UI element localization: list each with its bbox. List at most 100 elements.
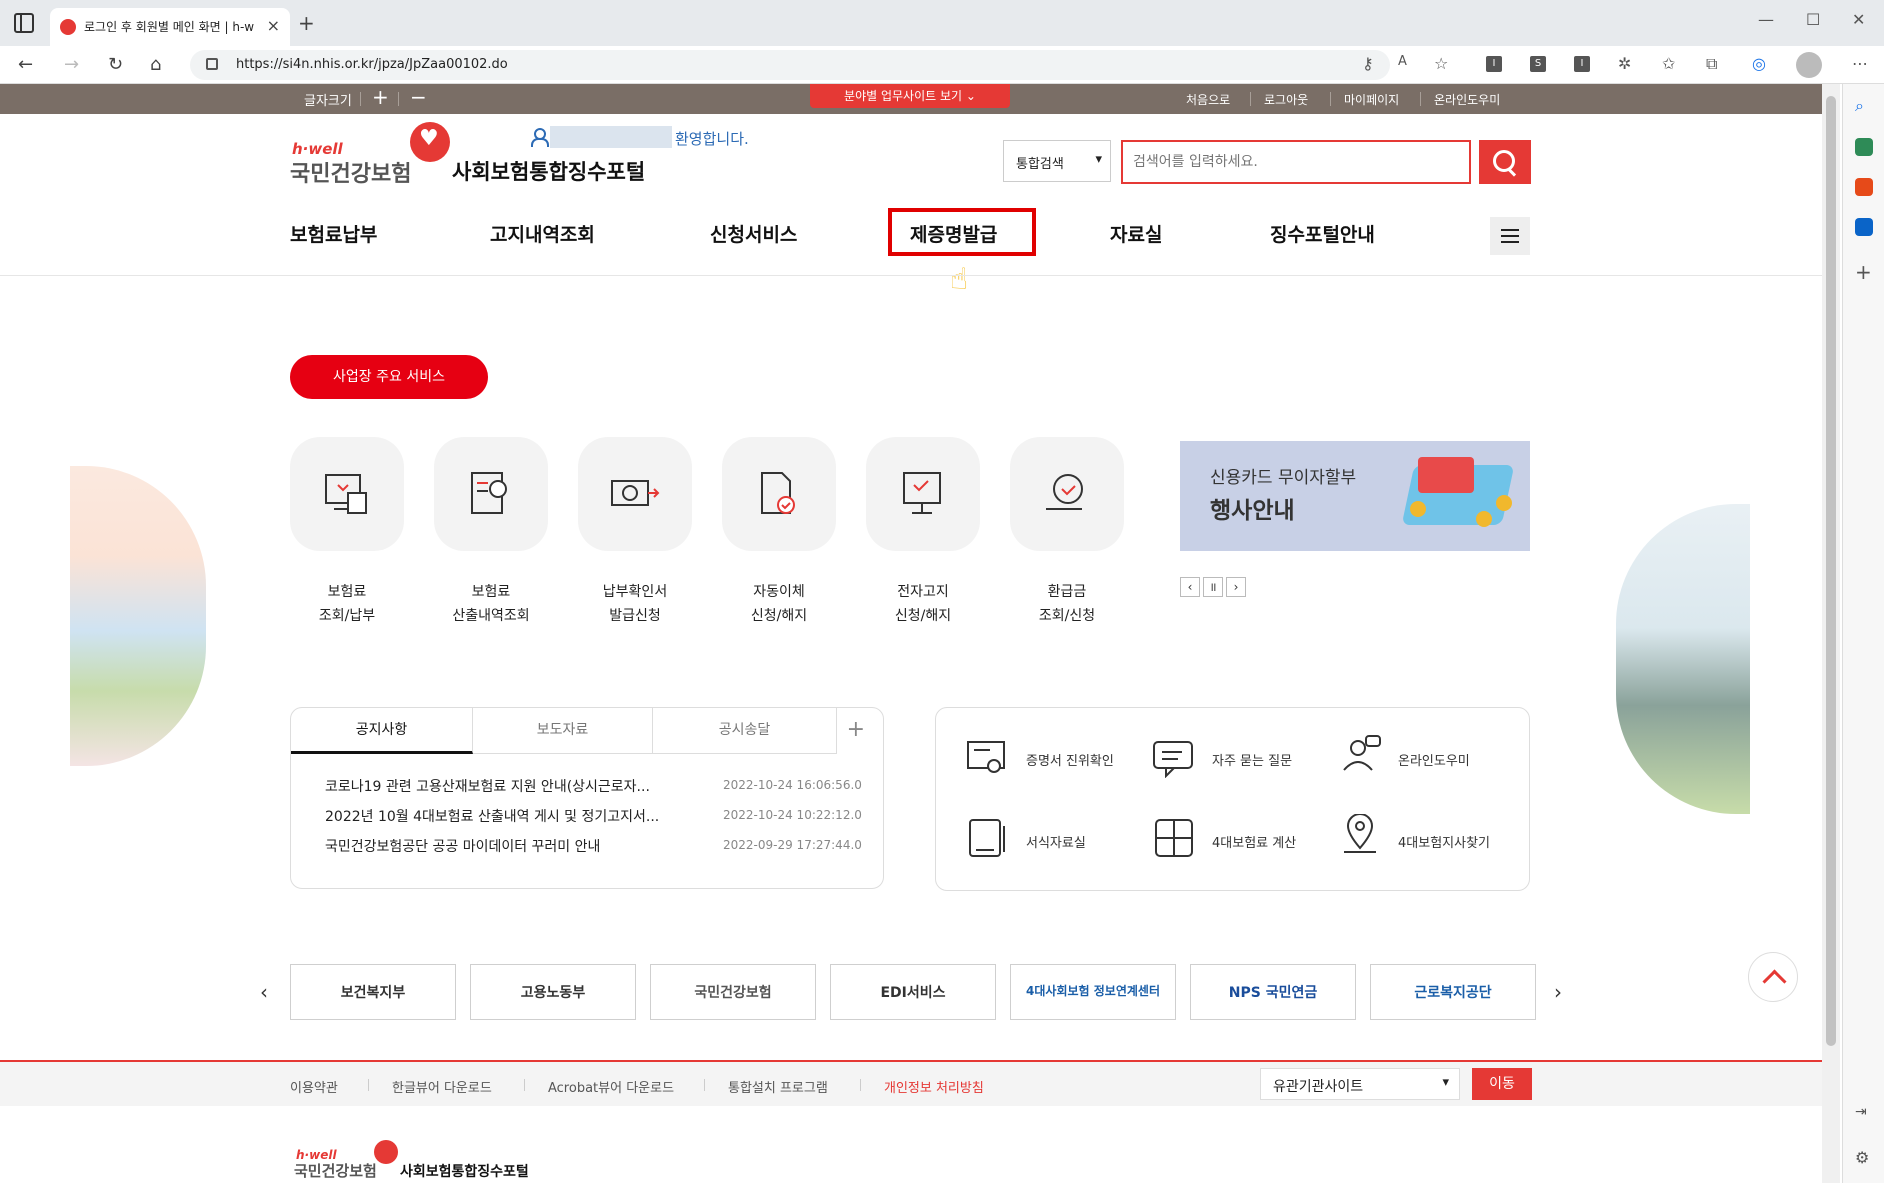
key-icon[interactable]: ⚷ [1362,54,1374,73]
shopping-icon[interactable] [1855,138,1873,156]
partner-4insure[interactable]: 4대사회보험 정보연계센터 [1010,964,1176,1020]
banner-pause-button[interactable]: ॥ [1203,577,1223,597]
partner-moel[interactable]: 고용노동부 [470,964,636,1020]
service-card-payment-confirm[interactable] [578,437,692,551]
footer-privacy-policy[interactable]: 개인정보 처리방침 [884,1077,984,1096]
extension-s-icon[interactable]: S [1530,56,1546,72]
link-logout[interactable]: 로그아웃 [1264,91,1308,108]
notice-row-2[interactable]: 2022년 10월 4대보험료 산출내역 게시 및 정기고지서... [325,806,705,826]
logo-nhis[interactable]: 국민건강보험 [290,156,411,188]
window-close-icon[interactable]: ✕ [1852,10,1865,29]
home-icon[interactable]: ⌂ [150,54,161,75]
notice-more-button[interactable]: + [847,717,865,742]
forward-icon[interactable]: → [64,54,79,75]
footer-install-program[interactable]: 통합설치 프로그램 [728,1077,828,1096]
partner-nhis[interactable]: 국민건강보험 [650,964,816,1020]
service-label-auto-transfer[interactable]: 자동이체 신청/해지 [709,580,849,628]
quick-premium-calculator[interactable]: 4대보험료 계산 [1212,832,1296,851]
footer-hwp-viewer[interactable]: 한글뷰어 다운로드 [392,1077,492,1096]
service-card-premium-payment[interactable] [290,437,404,551]
extensions-puzzle-icon[interactable]: ✲ [1618,54,1631,73]
refresh-icon[interactable]: ↻ [108,54,123,75]
back-icon[interactable]: ← [18,54,33,75]
gnb-certificate-issue[interactable]: 제증명발급 [910,220,997,247]
quick-form-library[interactable]: 서식자료실 [1026,832,1086,851]
new-tab-icon[interactable]: + [298,11,315,35]
footer-acrobat-viewer[interactable]: Acrobat뷰어 다운로드 [548,1077,674,1096]
banner-prev-button[interactable]: ‹ [1180,577,1200,597]
quick-certificate-verify[interactable]: 증명서 진위확인 [1026,750,1114,769]
font-increase-button[interactable]: + [372,85,389,109]
service-label-payment-confirm[interactable]: 납부확인서 발급신청 [565,580,705,628]
service-label-e-notice[interactable]: 전자고지 신청/해지 [853,580,993,628]
service-label-refund[interactable]: 환급금 조회/신청 [997,580,1137,628]
promo-banner[interactable]: 신용카드 무이자할부 행사안내 [1180,441,1530,551]
read-aloud-icon[interactable]: A [1398,54,1407,69]
address-bar[interactable]: https://si4n.nhis.or.kr/jpza/JpZaa00102.… [190,50,1390,80]
business-services-pill[interactable]: 사업장 주요 서비스 [290,355,488,399]
service-card-premium-breakdown[interactable] [434,437,548,551]
scroll-top-button[interactable] [1748,952,1798,1002]
quick-faq[interactable]: 자주 묻는 질문 [1212,750,1292,769]
partner-comwel[interactable]: 근로복지공단 [1370,964,1536,1020]
tab-notice[interactable]: 공지사항 [291,708,473,754]
gnb-insurance-payment[interactable]: 보험료납부 [290,220,377,247]
collections-icon[interactable]: ⧉ [1706,54,1717,74]
close-icon[interactable]: × [267,16,280,35]
notice-row-3[interactable]: 국민건강보험공단 공공 마이데이터 꾸러미 안내 [325,836,705,856]
font-decrease-button[interactable]: − [410,85,427,109]
outlook-icon[interactable] [1855,218,1873,236]
service-label-premium-payment[interactable]: 보험료 조회/납부 [277,580,417,628]
link-home[interactable]: 처음으로 [1186,91,1230,108]
office-icon[interactable] [1855,178,1873,196]
tab-actions-icon[interactable] [14,13,34,33]
partner-prev-button[interactable]: ‹ [260,980,268,1004]
welcome-text: 환영합니다. [675,130,749,148]
partner-next-button[interactable]: › [1554,980,1562,1004]
settings-gear-icon[interactable]: ⚙ [1855,1148,1873,1167]
biz-sites-button[interactable]: 분야별 업무사이트 보기 ⌄ [810,84,1010,108]
link-mypage[interactable]: 마이페이지 [1344,91,1399,108]
footer-terms[interactable]: 이용약관 [290,1077,338,1096]
menu-hamburger-icon[interactable] [1490,217,1530,255]
service-card-e-notice[interactable] [866,437,980,551]
partner-mohw[interactable]: 보건복지부 [290,964,456,1020]
edge-feature-icon[interactable]: ◎ [1752,54,1766,73]
search-scope-select[interactable]: 통합검색 [1003,140,1111,182]
gnb-portal-guide[interactable]: 징수포털안내 [1270,220,1375,247]
partner-nps[interactable]: NPS 국민연금 [1190,964,1356,1020]
gnb-application-service[interactable]: 신청서비스 [710,220,797,247]
browser-tab[interactable]: 로그인 후 회원별 메인 화면 | h-well × [50,8,290,46]
page-scrollbar[interactable] [1822,84,1840,1183]
search-sidebar-icon[interactable]: ⌕ [1855,96,1873,115]
search-button[interactable] [1479,140,1531,184]
notice-row-1[interactable]: 코로나19 관련 고용산재보험료 지원 안내(상시근로자... [325,776,705,796]
tab-press[interactable]: 보도자료 [473,708,653,754]
go-button[interactable]: 이동 [1472,1068,1532,1100]
search-input[interactable] [1121,140,1471,184]
tab-public-notice[interactable]: 공시송달 [653,708,837,754]
extension-i-icon[interactable]: I [1486,56,1502,72]
partner-edi[interactable]: EDI서비스 [830,964,996,1020]
link-online-helper[interactable]: 온라인도우미 [1434,91,1500,108]
maximize-icon[interactable]: ☐ [1806,10,1820,29]
profile-avatar[interactable] [1796,52,1822,78]
extension-i2-icon[interactable]: I [1574,56,1590,72]
service-label-premium-breakdown[interactable]: 보험료 산출내역조회 [421,580,561,628]
sidebar-toggle-icon[interactable]: ⇥ [1855,1104,1873,1122]
quick-branch-finder[interactable]: 4대보험지사찾기 [1398,832,1490,851]
favorites-icon[interactable]: ✩ [1662,54,1675,73]
banner-next-button[interactable]: › [1226,577,1246,597]
portal-title[interactable]: 사회보험통합징수포털 [452,156,645,186]
gnb-notice-history[interactable]: 고지내역조회 [490,220,595,247]
service-card-auto-transfer[interactable] [722,437,836,551]
more-menu-icon[interactable]: ⋯ [1852,54,1868,73]
quick-online-helper[interactable]: 온라인도우미 [1398,750,1470,769]
favorite-star-icon[interactable]: ☆ [1434,54,1448,73]
service-card-refund[interactable] [1010,437,1124,551]
scroll-thumb[interactable] [1826,96,1836,1046]
add-sidebar-icon[interactable]: + [1855,260,1873,284]
related-sites-select[interactable]: 유관기관사이트 [1260,1068,1460,1100]
gnb-data-room[interactable]: 자료실 [1110,220,1162,247]
minimize-icon[interactable]: — [1758,10,1774,29]
